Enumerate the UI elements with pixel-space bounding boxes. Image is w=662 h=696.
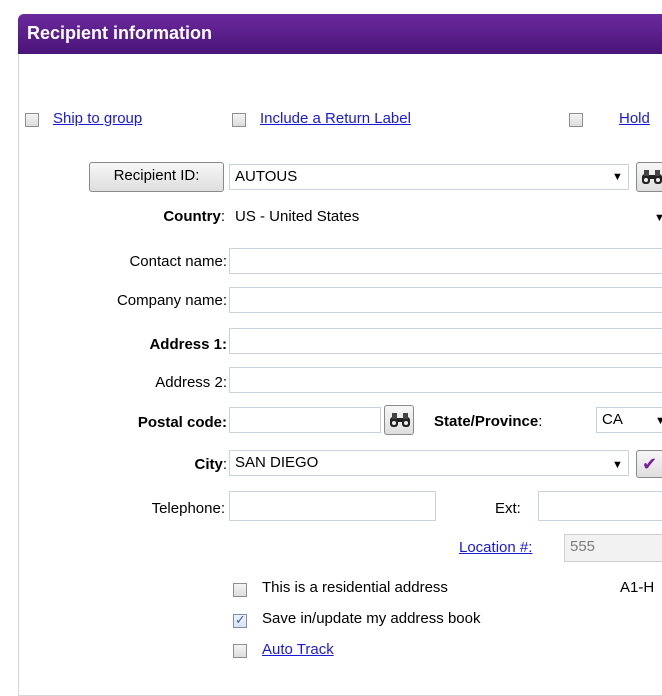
ship-to-group-checkbox[interactable] <box>25 113 39 127</box>
postal-code-label: Postal code: <box>137 414 227 431</box>
save-address-book-label: Save in/update my address book <box>262 610 481 627</box>
binoculars-icon <box>389 412 411 428</box>
recipient-id-value: AUTOUS <box>235 168 298 185</box>
telephone-input[interactable] <box>229 491 436 521</box>
ship-to-group-link[interactable]: Ship to group <box>53 110 142 127</box>
residential-label: This is a residential address <box>262 579 448 596</box>
checkmark-icon: ✓ <box>235 612 246 627</box>
binoculars-icon <box>641 169 662 185</box>
city-confirm-button[interactable]: ✔ <box>636 450 662 478</box>
residential-checkbox[interactable] <box>233 583 247 597</box>
recipient-id-combobox[interactable]: AUTOUS <box>229 164 629 190</box>
side-code: A1-H <box>620 579 655 596</box>
country-label: Country: <box>163 208 225 225</box>
company-name-input[interactable] <box>229 287 662 313</box>
address1-input[interactable] <box>229 328 662 354</box>
recipient-lookup-button[interactable] <box>636 162 662 192</box>
country-select[interactable]: US - United States <box>229 204 662 230</box>
include-return-label-checkbox[interactable] <box>232 113 246 127</box>
city-combobox[interactable]: SAN DIEGO <box>229 450 629 476</box>
ext-label: Ext: <box>495 500 521 517</box>
address2-label: Address 2: <box>155 374 227 391</box>
city-label: City: <box>194 456 227 473</box>
postal-code-input[interactable] <box>229 407 381 433</box>
location-link[interactable]: Location #: <box>459 539 532 556</box>
city-value: SAN DIEGO <box>235 454 319 471</box>
ext-input[interactable] <box>538 491 662 521</box>
state-label: State/Province: <box>434 413 543 430</box>
location-input: 555 <box>564 534 662 562</box>
auto-track-checkbox[interactable] <box>233 644 247 658</box>
state-chevron-down-icon[interactable]: ▼ <box>655 415 662 427</box>
chevron-down-icon[interactable]: ▼ <box>612 171 623 183</box>
hold-link[interactable]: Hold <box>619 110 650 127</box>
telephone-label: Telephone: <box>151 500 225 517</box>
contact-name-label: Contact name: <box>129 253 227 270</box>
contact-name-input[interactable] <box>229 248 662 274</box>
state-value: CA <box>602 411 623 428</box>
country-value: US - United States <box>235 208 360 225</box>
state-select[interactable]: CA <box>596 407 662 433</box>
company-name-label: Company name: <box>116 292 227 309</box>
hold-checkbox[interactable] <box>569 113 583 127</box>
panel-title: Recipient information <box>18 14 662 54</box>
postal-lookup-button[interactable] <box>384 405 414 435</box>
auto-track-link[interactable]: Auto Track <box>262 641 334 658</box>
city-chevron-down-icon[interactable]: ▼ <box>612 459 623 471</box>
checkmark-icon: ✔ <box>642 454 658 474</box>
save-address-book-checkbox[interactable]: ✓ <box>233 612 247 628</box>
include-return-label-link[interactable]: Include a Return Label <box>260 110 411 127</box>
recipient-id-button[interactable]: Recipient ID: <box>89 162 224 192</box>
address1-label: Address 1: <box>149 336 227 353</box>
country-chevron-down-icon[interactable]: ▼ <box>654 212 662 224</box>
address2-input[interactable] <box>229 367 662 393</box>
